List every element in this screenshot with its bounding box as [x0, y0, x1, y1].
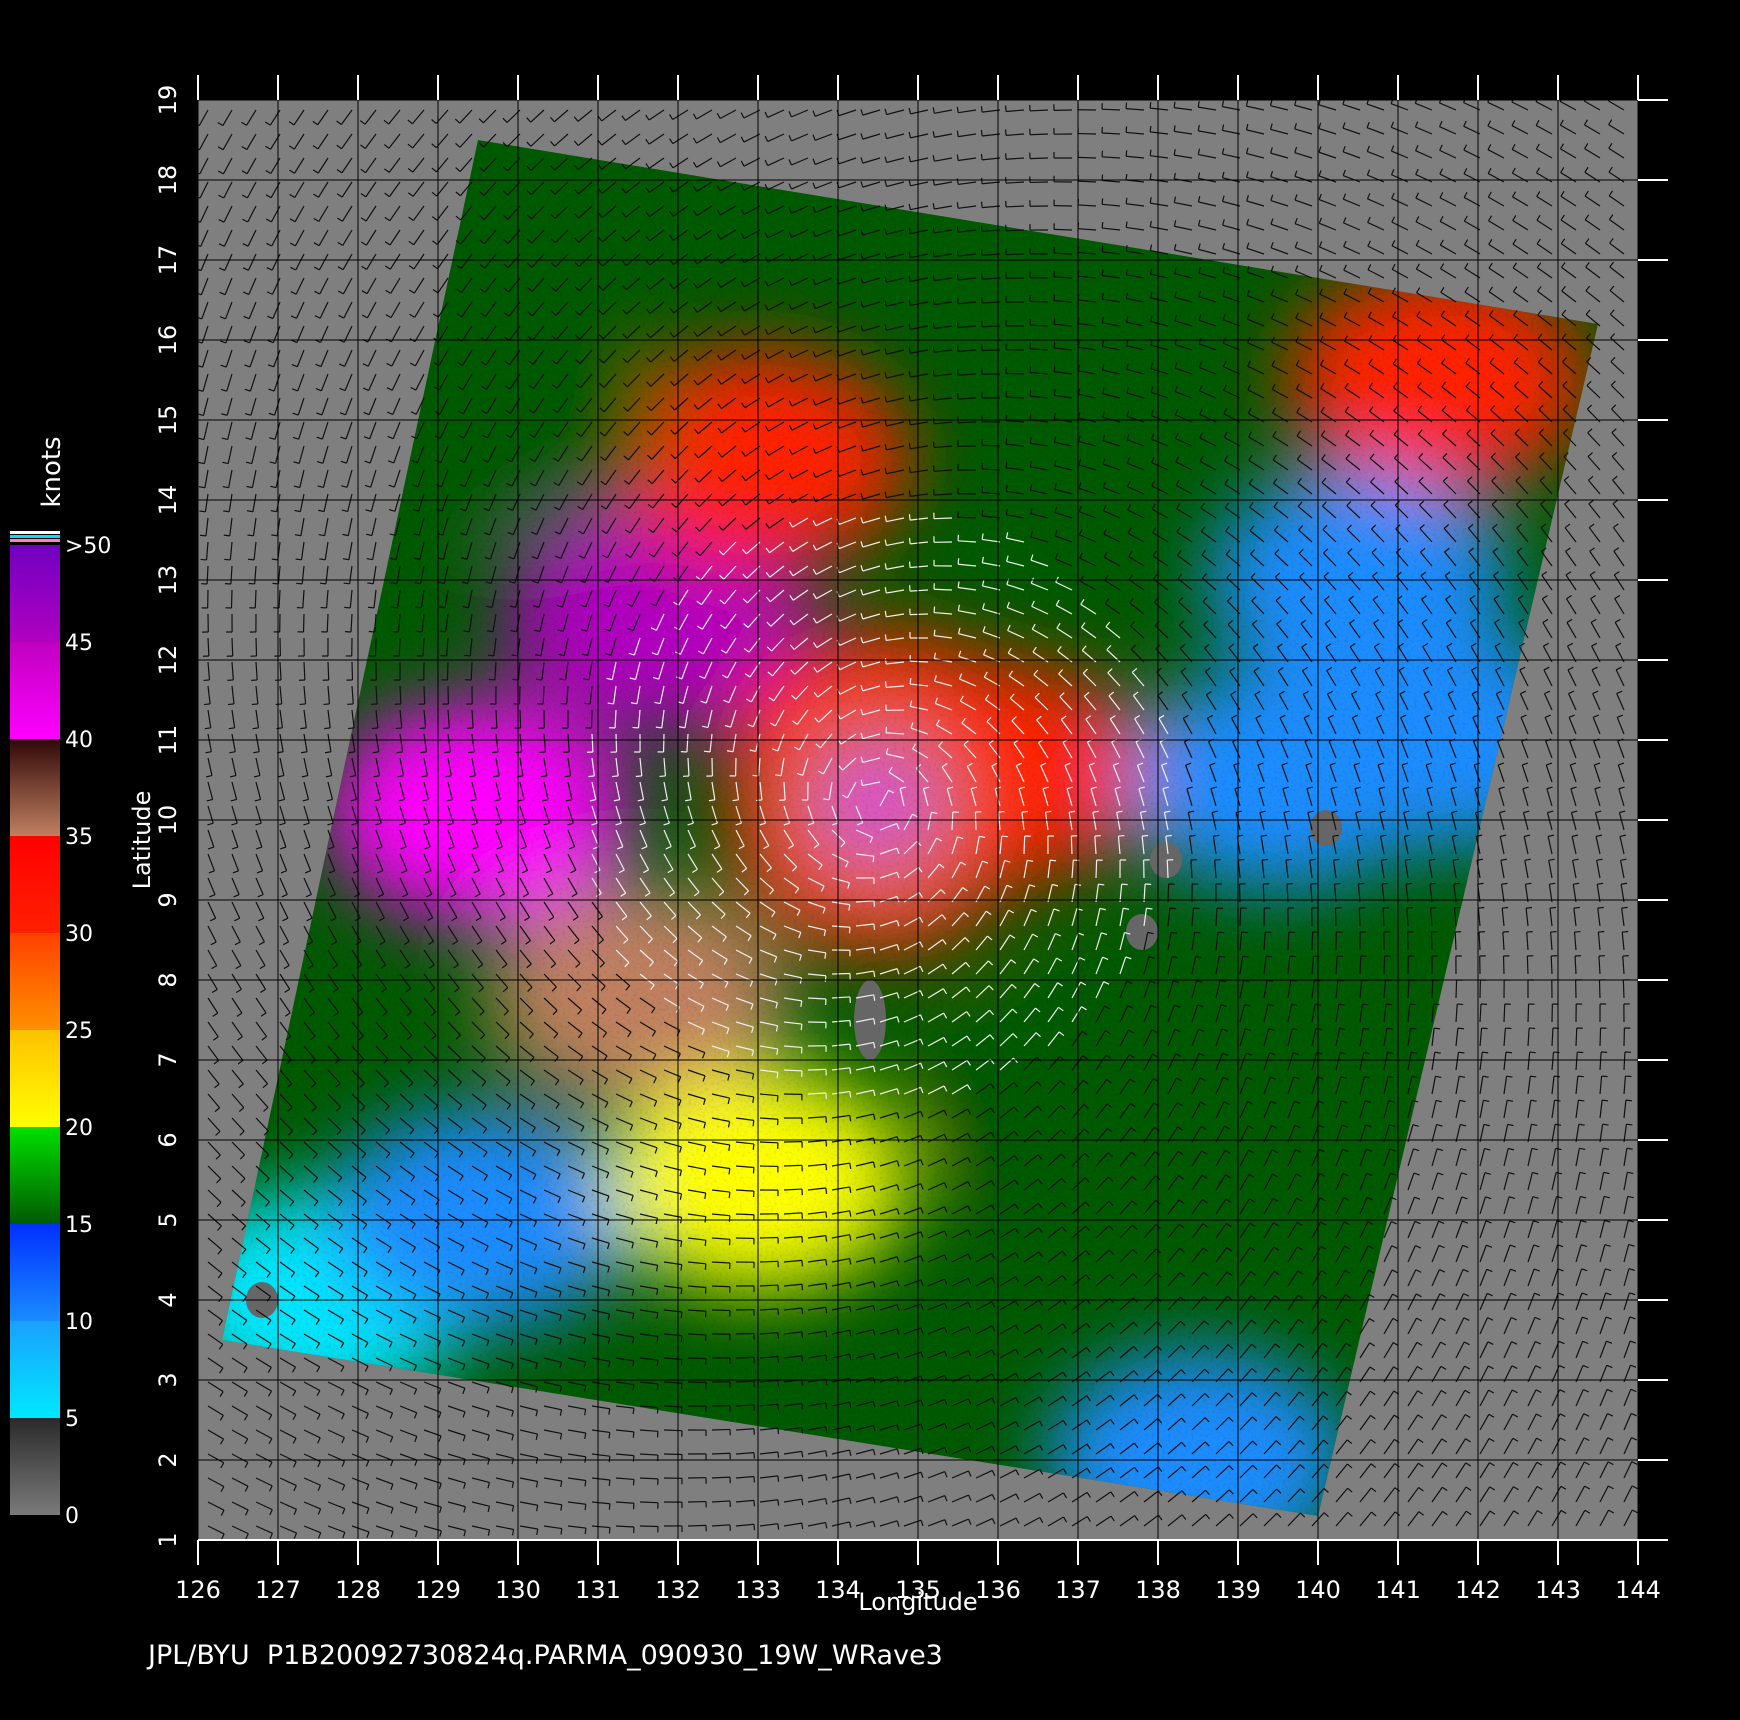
x-tick-label: 126 — [175, 1576, 221, 1604]
y-tick-label: 9 — [154, 892, 182, 907]
x-tick-label: 130 — [495, 1576, 541, 1604]
x-tick-label: 127 — [255, 1576, 301, 1604]
colorbar-label: 45 — [65, 631, 93, 656]
y-tick-label: 5 — [154, 1212, 182, 1227]
y-tick-label: 4 — [154, 1292, 182, 1307]
x-tick-label: 131 — [575, 1576, 621, 1604]
land-patch — [1126, 914, 1158, 950]
y-tick-label: 7 — [154, 1052, 182, 1067]
y-tick-label: 2 — [154, 1452, 182, 1467]
y-tick-label: 3 — [154, 1372, 182, 1387]
colorbar-band — [10, 1224, 60, 1321]
y-tick-label: 11 — [154, 725, 182, 756]
colorbar-band — [10, 1127, 60, 1224]
colorbar-label: 0 — [65, 1504, 79, 1529]
wind-map-figure: 126 127 128 129 130 131 132 133 134 135 136 137 138 1… — [10, 75, 1668, 1616]
x-tick-label: 138 — [1135, 1576, 1181, 1604]
colorbar-band — [10, 642, 60, 739]
x-tick-label: 137 — [1055, 1576, 1101, 1604]
colorbar-label: 20 — [65, 1116, 93, 1141]
x-tick-label: 144 — [1615, 1576, 1661, 1604]
colorbar-band — [10, 545, 60, 642]
y-axis-label: Latitude — [128, 791, 156, 890]
y-tick-label: 10 — [154, 805, 182, 836]
colorbar-band — [10, 1418, 60, 1515]
x-tick-label: 139 — [1215, 1576, 1261, 1604]
colorbar-title: knots — [37, 436, 67, 507]
colorbar-band — [10, 1030, 60, 1127]
colorbar-label: 40 — [65, 728, 93, 753]
y-tick-label: 18 — [154, 165, 182, 196]
land-patch — [1310, 810, 1342, 846]
x-tick-label: 134 — [815, 1576, 861, 1604]
colorbar-label: 5 — [65, 1407, 79, 1432]
y-tick-label: 16 — [154, 325, 182, 356]
y-tick-label: 6 — [154, 1132, 182, 1147]
colorbar-label: 35 — [65, 825, 93, 850]
x-axis-label: Longitude — [858, 1588, 977, 1616]
colorbar-band — [10, 933, 60, 1030]
colorbar-label: 10 — [65, 1310, 93, 1335]
colorbar-stripe — [10, 539, 60, 542]
colorbar-label: >50 — [65, 534, 111, 559]
x-tick-label: 142 — [1455, 1576, 1501, 1604]
x-tick-label: 133 — [735, 1576, 781, 1604]
x-tick-label: 143 — [1535, 1576, 1581, 1604]
y-tick-label: 8 — [154, 972, 182, 987]
x-tick-label: 132 — [655, 1576, 701, 1604]
x-tick-label: 136 — [975, 1576, 1021, 1604]
colorbar-label: 30 — [65, 922, 93, 947]
land-patch — [854, 980, 886, 1060]
y-tick-label: 12 — [154, 645, 182, 676]
colorbar-label: 15 — [65, 1213, 93, 1238]
y-tick-label: 15 — [154, 405, 182, 436]
y-tick-label: 14 — [154, 485, 182, 516]
footer-caption: JPL/BYU P1B20092730824q.PARMA_090930_19W… — [148, 1640, 943, 1671]
colorbar-band — [10, 1321, 60, 1418]
y-tick-label: 17 — [154, 245, 182, 276]
y-tick-label: 19 — [154, 85, 182, 116]
x-tick-label: 128 — [335, 1576, 381, 1604]
colorbar-stripe — [10, 531, 60, 534]
colorbar-band — [10, 836, 60, 933]
x-tick-label: 140 — [1295, 1576, 1341, 1604]
land-patch — [1150, 842, 1182, 878]
colorbar-label: 25 — [65, 1019, 93, 1044]
colorbar-stripe — [10, 535, 60, 538]
colorbar: 0 5 10 15 20 25 30 35 40 45 >50 — [10, 531, 111, 1529]
x-tick-label: 141 — [1375, 1576, 1421, 1604]
y-tick-label: 1 — [154, 1532, 182, 1547]
x-tick-label: 129 — [415, 1576, 461, 1604]
y-tick-label: 13 — [154, 565, 182, 596]
colorbar-band — [10, 739, 60, 836]
